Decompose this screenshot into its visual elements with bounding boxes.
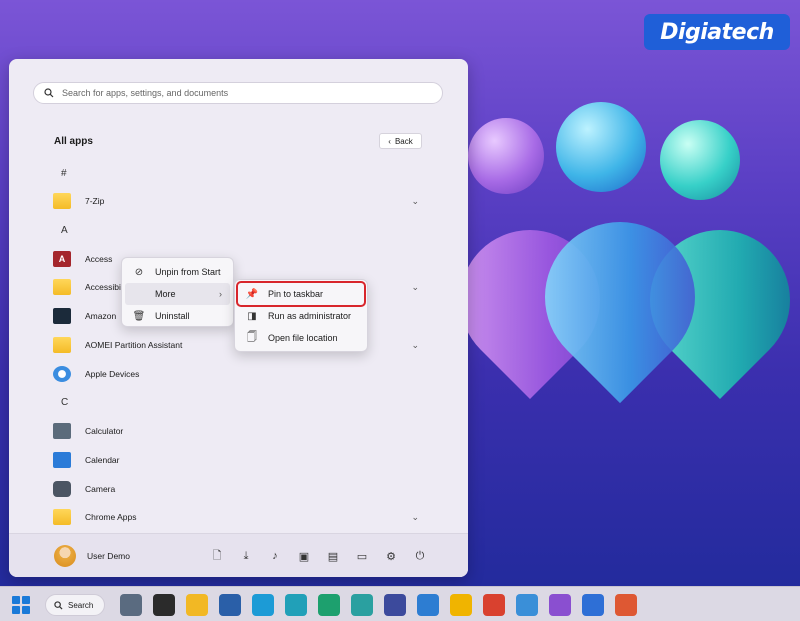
app-name: Apple Devices	[85, 369, 140, 379]
calendar-icon	[53, 452, 71, 468]
menu-item-pin-to-taskbar[interactable]: 📌 Pin to taskbar	[236, 281, 366, 307]
chevron-down-icon[interactable]: ⌄	[411, 282, 419, 293]
start-search-box[interactable]	[33, 82, 443, 104]
menu-item-label: Pin to taskbar	[268, 289, 324, 299]
footer-shortcuts: 🗋 ⤓ ♪ ▣ ▤ ▭ ⚙ ⏻	[209, 548, 428, 564]
menu-item-run-as-admin[interactable]: ◨ Run as administrator	[238, 305, 364, 327]
pictures-icon[interactable]: ▣	[296, 548, 312, 564]
wallpaper-bubble	[468, 118, 544, 194]
app-item-chrome-apps[interactable]: Chrome Apps ⌄	[53, 506, 433, 528]
all-apps-title: All apps	[54, 136, 93, 147]
start-button[interactable]	[10, 594, 32, 616]
menu-item-label: Open file location	[268, 333, 338, 343]
section-letter[interactable]: A	[61, 225, 68, 236]
settings-icon[interactable]: ⚙	[383, 548, 399, 564]
taskbar-app-store[interactable]	[582, 594, 604, 616]
app-item-7zip[interactable]: 7-Zip ⌄	[53, 190, 433, 212]
taskbar-app-snipping-tool[interactable]	[384, 594, 406, 616]
wallpaper-bubble	[660, 120, 740, 200]
start-footer: User Demo 🗋 ⤓ ♪ ▣ ▤ ▭ ⚙ ⏻	[9, 533, 468, 577]
app-name: Camera	[85, 484, 116, 494]
taskbar-app-edge-dev[interactable]	[318, 594, 340, 616]
menu-item-label: Unpin from Start	[155, 267, 221, 277]
taskbar-app-chrome[interactable]	[483, 594, 505, 616]
menu-item-label: Run as administrator	[268, 311, 352, 321]
taskbar-app-photos[interactable]	[516, 594, 538, 616]
folder-icon	[53, 279, 71, 295]
folder-icon	[53, 509, 71, 525]
taskbar-app-visual-studio[interactable]	[549, 594, 571, 616]
music-icon[interactable]: ♪	[267, 548, 283, 564]
chevron-left-icon: ‹	[388, 136, 391, 146]
taskbar-app-edge-canary[interactable]	[351, 594, 373, 616]
camera-icon	[53, 481, 71, 497]
app-item-apple-devices[interactable]: Apple Devices	[53, 363, 433, 385]
app-item-calculator[interactable]: Calculator	[53, 420, 433, 442]
menu-item-more[interactable]: More ›	[125, 283, 230, 305]
watermark-logo: Digiatech	[644, 14, 790, 50]
file-explorer-icon[interactable]: ▭	[354, 548, 370, 564]
taskbar-app-edge-beta[interactable]	[285, 594, 307, 616]
pin-icon: 📌	[245, 288, 259, 300]
videos-icon[interactable]: ▤	[325, 548, 341, 564]
downloads-icon[interactable]: ⤓	[238, 548, 254, 564]
app-item-access[interactable]: A Access	[53, 248, 433, 270]
search-icon	[44, 88, 54, 98]
app-name: Calculator	[85, 426, 124, 436]
taskbar-app-file-explorer[interactable]	[186, 594, 208, 616]
wallpaper-bubble	[556, 102, 646, 192]
access-icon: A	[53, 251, 71, 267]
search-input[interactable]	[62, 88, 422, 98]
menu-item-uninstall[interactable]: 🗑 Uninstall	[125, 305, 230, 327]
user-name[interactable]: User Demo	[87, 551, 130, 561]
taskbar-app-duckduckgo[interactable]	[615, 594, 637, 616]
app-item-camera[interactable]: Camera	[53, 478, 433, 500]
chevron-down-icon[interactable]: ⌄	[411, 340, 419, 351]
search-icon	[54, 600, 63, 610]
section-letter[interactable]: #	[61, 168, 67, 179]
section-letter[interactable]: C	[61, 397, 68, 408]
menu-item-unpin[interactable]: ⊘ Unpin from Start	[125, 261, 230, 283]
back-button[interactable]: ‹ Back	[379, 133, 422, 149]
chevron-right-icon: ›	[219, 289, 222, 299]
chevron-down-icon[interactable]: ⌄	[411, 196, 419, 207]
app-name: Calendar	[85, 455, 120, 465]
taskbar-search[interactable]: Search	[45, 594, 105, 616]
folder-icon	[53, 193, 71, 209]
app-name: Chrome Apps	[85, 512, 137, 522]
power-icon[interactable]: ⏻	[412, 548, 428, 564]
taskbar-app-edge[interactable]	[252, 594, 274, 616]
taskbar: Search	[0, 586, 800, 621]
taskbar-app-notepad[interactable]	[417, 594, 439, 616]
menu-item-label: Uninstall	[155, 311, 190, 321]
taskbar-app-settings[interactable]	[120, 594, 142, 616]
trash-icon: 🗑	[132, 310, 146, 322]
taskbar-app-chrome-canary[interactable]	[450, 594, 472, 616]
folder-icon	[53, 337, 71, 353]
app-name: AOMEI Partition Assistant	[85, 340, 183, 350]
chevron-down-icon[interactable]: ⌄	[411, 512, 419, 523]
taskbar-search-label: Search	[68, 600, 94, 610]
amazon-icon	[53, 308, 71, 324]
shield-window-icon: ◨	[247, 310, 257, 322]
file-location-icon: 🗍	[247, 331, 257, 343]
back-label: Back	[394, 136, 413, 146]
context-menu: ⊘ Unpin from Start More › 🗑 Uninstall	[121, 257, 234, 327]
menu-item-label: More	[155, 289, 176, 299]
taskbar-app-terminal[interactable]	[153, 594, 175, 616]
unpin-icon: ⊘	[134, 266, 144, 278]
app-name: 7-Zip	[85, 196, 105, 206]
avatar[interactable]	[54, 545, 76, 567]
document-icon[interactable]: 🗋	[209, 548, 225, 564]
windows-logo-icon	[12, 596, 20, 604]
taskbar-apps	[120, 594, 637, 616]
more-submenu: 📌 Pin to taskbar ◨ Run as administrator …	[234, 279, 368, 352]
app-name: Amazon	[85, 311, 117, 321]
menu-item-open-file-location[interactable]: 🗍 Open file location	[238, 327, 364, 349]
apple-devices-icon	[53, 366, 71, 382]
calculator-icon	[53, 423, 71, 439]
app-name: Access	[85, 254, 113, 264]
app-item-calendar[interactable]: Calendar	[53, 449, 433, 471]
taskbar-app-powershell[interactable]	[219, 594, 241, 616]
